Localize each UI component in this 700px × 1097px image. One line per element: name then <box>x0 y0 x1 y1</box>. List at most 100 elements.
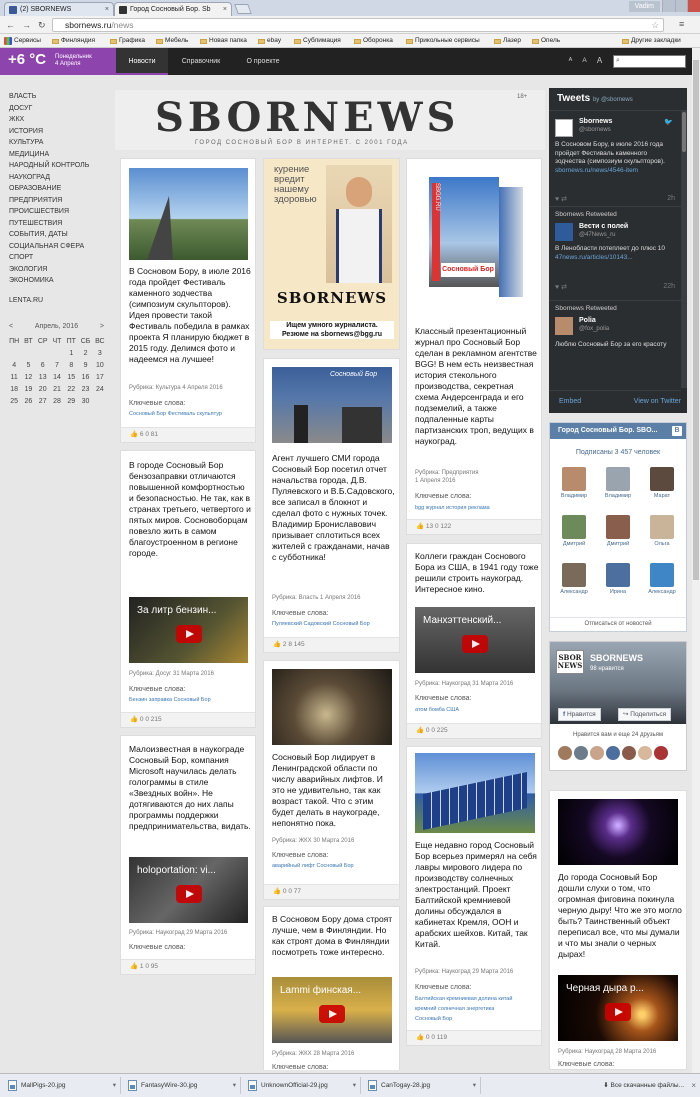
avatar[interactable] <box>606 515 630 539</box>
video-player[interactable]: Манхэттенский... <box>415 607 535 673</box>
news-card[interactable]: Еще недавно город Сосновый Бор всерьез п… <box>406 746 542 1046</box>
avatar[interactable] <box>650 515 674 539</box>
play-icon[interactable] <box>462 635 488 653</box>
like-icon[interactable]: 👍 <box>273 641 281 648</box>
article-text[interactable]: В Сосновом Бору, в июле 2016 года пройде… <box>129 266 251 365</box>
calendar-day[interactable]: 14 <box>50 371 64 383</box>
category-link[interactable]: Происшествия <box>9 206 109 218</box>
video-player[interactable]: Черная дыра р... <box>558 975 678 1041</box>
like-icon[interactable]: 👍 <box>130 963 138 970</box>
retweet-icon[interactable]: ⇄ <box>561 284 567 291</box>
calendar-day[interactable]: 9 <box>78 359 92 371</box>
article-tags[interactable]: Пуляевский Садовский Сосновый Бор <box>272 621 370 627</box>
vk-header[interactable]: Город Сосновый Бор. SBO... В <box>550 423 686 439</box>
nav-directory[interactable]: Справочник <box>170 48 232 75</box>
video-player[interactable]: holoportation: vi... <box>129 857 248 923</box>
vk-member[interactable]: Марат <box>642 467 682 499</box>
facebook-like-button[interactable]: f Нравится <box>558 708 601 721</box>
like-icon[interactable]: 👍 <box>416 523 424 530</box>
bookmark-folder[interactable]: Сублимация <box>294 34 341 48</box>
avatar[interactable] <box>562 467 586 491</box>
news-card[interactable]: SBGG.RU Сосновый Бор Классный презентаци… <box>406 158 542 535</box>
retweet-icon[interactable]: ⇄ <box>561 196 567 203</box>
category-link[interactable]: ЖКХ <box>9 114 109 126</box>
calendar-day[interactable]: 26 <box>21 395 35 407</box>
bookmark-folder[interactable]: Опель <box>532 34 560 48</box>
calendar-day[interactable]: 19 <box>21 383 35 395</box>
twitter-handle-link[interactable]: by @sbornews <box>593 97 633 103</box>
news-card[interactable]: В Сосновом Бору, в июле 2016 года пройде… <box>120 158 256 443</box>
user-profile-button[interactable]: Vadim <box>628 1 660 12</box>
avatar[interactable] <box>650 563 674 587</box>
calendar-day[interactable]: 24 <box>93 383 107 395</box>
tweet-author[interactable]: Polia <box>579 317 596 324</box>
nav-about[interactable]: О проекте <box>234 48 292 75</box>
maximize-icon[interactable] <box>674 0 688 12</box>
avatar[interactable] <box>555 223 573 241</box>
tweet[interactable]: Sbornews Retweeted Polia @fox_polia Любл… <box>549 300 681 388</box>
category-link[interactable]: События, даты <box>9 229 109 241</box>
calendar-day[interactable]: 7 <box>50 359 64 371</box>
like-icon[interactable]: 👍 <box>416 1034 424 1041</box>
download-item[interactable]: UnknownOfficial-29.jpg ▾ <box>244 1077 361 1094</box>
category-link[interactable]: Культура <box>9 137 109 149</box>
article-image[interactable] <box>129 168 248 260</box>
tweet-link[interactable]: 47news.ru/articles/10143... <box>555 254 633 261</box>
show-all-downloads-link[interactable]: ⬇ Все скачанные файлы... <box>603 1077 684 1094</box>
download-item[interactable]: FantasyWire-30.jpg ▾ <box>124 1077 241 1094</box>
scroll-thumb[interactable] <box>682 112 686 152</box>
play-icon[interactable] <box>319 1005 345 1023</box>
bookmark-folder[interactable]: Оборонка <box>354 34 393 48</box>
category-link[interactable]: Социальная сфера <box>9 241 109 253</box>
vk-member[interactable]: Ирина <box>598 563 638 595</box>
vk-member[interactable]: Александр <box>554 563 594 595</box>
advert-card[interactable]: курение вредит нашему здоровью SBORNEWS … <box>263 158 400 350</box>
calendar-day[interactable]: 5 <box>21 359 35 371</box>
avatar[interactable] <box>562 563 586 587</box>
bookmark-folder[interactable]: Финляндия <box>52 34 95 48</box>
like-heart-icon[interactable]: ♥ <box>555 284 559 291</box>
calendar-day[interactable]: 21 <box>50 383 64 395</box>
like-icon[interactable]: 👍 <box>130 431 138 438</box>
category-link[interactable]: Наукоград <box>9 172 109 184</box>
article-image[interactable] <box>558 799 678 865</box>
article-tags[interactable]: Сосновый Бор <box>415 1016 452 1022</box>
embed-link[interactable]: Embed <box>559 391 581 413</box>
calendar-day[interactable]: 17 <box>93 371 107 383</box>
calendar-day[interactable]: 13 <box>36 371 50 383</box>
bookmark-folder[interactable]: ebay <box>258 34 281 48</box>
like-heart-icon[interactable]: ♥ <box>555 196 559 203</box>
article-tags[interactable]: атом бомба США <box>415 707 459 713</box>
calendar-day[interactable]: 30 <box>78 395 92 407</box>
article-text[interactable]: В городе Сосновый Бор бензозаправки отли… <box>129 460 251 559</box>
avatar[interactable] <box>606 563 630 587</box>
tweet-link[interactable]: sbornews.ru/news/4546-item <box>555 167 638 174</box>
calendar-day[interactable]: 11 <box>7 371 21 383</box>
tweet[interactable]: Sbornews @sbornews 🐦 В Сосновом Бору, в … <box>549 110 681 206</box>
play-icon[interactable] <box>605 1003 631 1021</box>
article-text[interactable]: В Сосновом Бору дома строят лучше, чем в… <box>272 914 396 958</box>
article-image[interactable]: Сосновый Бор <box>272 367 392 443</box>
tweet-author[interactable]: Вести с полей <box>579 223 628 230</box>
bookmark-folder[interactable]: Прикольные сервисы <box>406 34 480 48</box>
article-text[interactable]: Сосновый Бор лидирует в Ленинградской об… <box>272 752 396 829</box>
avatar[interactable] <box>650 467 674 491</box>
vk-member[interactable]: Владимир <box>554 467 594 499</box>
calendar-day[interactable]: 22 <box>64 383 78 395</box>
calendar-day[interactable]: 1 <box>64 347 78 359</box>
calendar-day[interactable]: 3 <box>93 347 107 359</box>
category-link[interactable]: Досуг <box>9 103 109 115</box>
avatar[interactable] <box>606 467 630 491</box>
forward-icon[interactable]: → <box>22 20 31 30</box>
category-link[interactable]: Экология <box>9 264 109 276</box>
video-player[interactable]: Lammi финская... <box>272 977 392 1043</box>
vk-member[interactable]: Ольга <box>642 515 682 547</box>
facebook-page-logo[interactable]: SBOR NEWS <box>556 650 584 674</box>
calendar-day[interactable]: 15 <box>64 371 78 383</box>
page-scrollbar[interactable] <box>692 48 700 1073</box>
calendar-day[interactable]: 10 <box>93 359 107 371</box>
vk-member[interactable]: Владимир <box>598 467 638 499</box>
friend-avatar[interactable] <box>638 746 652 760</box>
back-icon[interactable]: ← <box>6 20 15 30</box>
news-card[interactable]: До города Сосновый Бор дошли слухи о том… <box>549 790 687 1070</box>
